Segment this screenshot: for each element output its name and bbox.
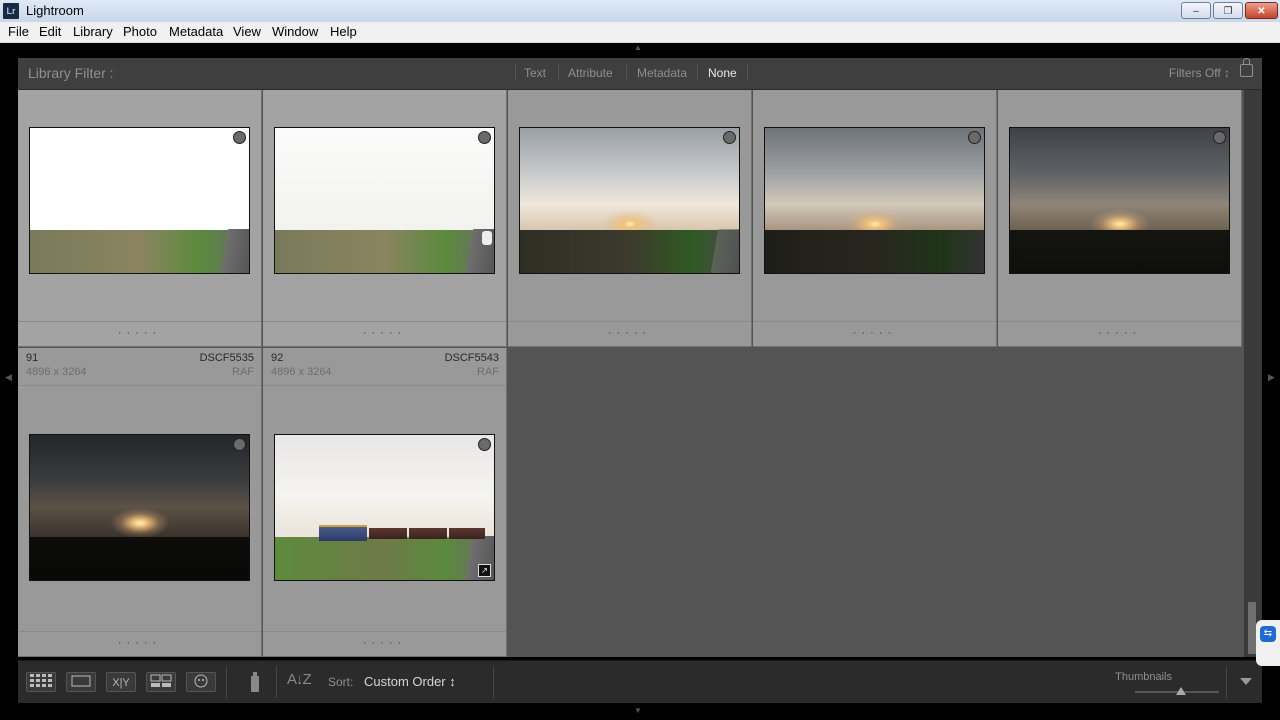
menu-bar: File Edit Library Photo Metadata View Wi… xyxy=(0,22,1280,43)
library-filter-label: Library Filter : xyxy=(28,65,114,81)
right-panel-toggle-icon[interactable]: ▶ xyxy=(1268,372,1275,383)
cell-info-header: 91 DSCF5535 4896 x 3264 RAF xyxy=(18,348,261,386)
loupe-view-button[interactable] xyxy=(66,672,96,692)
photo-filename: DSCF5543 xyxy=(444,352,499,364)
teamviewer-tab[interactable]: ⇆ xyxy=(1256,620,1280,666)
grid-scrollbar[interactable] xyxy=(1244,90,1262,657)
menu-library[interactable]: Library xyxy=(73,24,113,39)
filter-option-text[interactable]: Text xyxy=(524,66,546,80)
menu-help[interactable]: Help xyxy=(330,24,357,39)
photo-thumbnail[interactable] xyxy=(1009,127,1230,274)
photo-thumbnail[interactable] xyxy=(519,127,740,274)
selection-circle-icon[interactable] xyxy=(233,131,246,144)
lightroom-app-icon: Lr xyxy=(3,3,19,19)
grid-view-icon xyxy=(30,674,52,687)
title-bar: Lr Lightroom – ❐ ✕ xyxy=(0,0,1280,22)
toolbar-options-chevron-down-icon[interactable] xyxy=(1240,678,1252,685)
photo-thumbnail[interactable]: ↗ xyxy=(274,434,495,581)
rating-stars[interactable]: ····· xyxy=(18,631,261,656)
left-panel-toggle-icon[interactable]: ◀ xyxy=(5,372,12,383)
lock-icon[interactable] xyxy=(1240,58,1253,77)
compare-view-button[interactable]: X|Y xyxy=(106,672,136,692)
photo-filetype: RAF xyxy=(477,366,499,378)
filter-option-none[interactable]: None xyxy=(708,66,737,80)
sort-order-dropdown[interactable]: Custom Order ↕ xyxy=(364,674,456,689)
teamviewer-icon[interactable]: ⇆ xyxy=(1260,626,1276,642)
menu-view[interactable]: View xyxy=(233,24,261,39)
painter-spray-can-icon[interactable] xyxy=(248,670,262,694)
photo-thumbnail[interactable] xyxy=(764,127,985,274)
photo-index: 92 xyxy=(271,352,284,364)
grid-cell[interactable]: ····· xyxy=(753,90,997,347)
grid-cell[interactable]: ····· xyxy=(263,90,507,347)
menu-metadata[interactable]: Metadata xyxy=(169,24,223,39)
cell-info-header: 92 DSCF5543 4896 x 3264 RAF xyxy=(263,348,506,386)
grid-cell[interactable]: ····· xyxy=(18,90,262,347)
rating-stars[interactable]: ····· xyxy=(508,321,751,346)
window-title: Lightroom xyxy=(26,3,84,18)
menu-window[interactable]: Window xyxy=(272,24,318,39)
selection-circle-icon[interactable] xyxy=(233,438,246,451)
edited-badge-icon[interactable]: ↗ xyxy=(478,564,491,577)
menu-photo[interactable]: Photo xyxy=(123,24,157,39)
photo-thumbnail[interactable] xyxy=(29,127,250,274)
library-filter-bar: Library Filter : Text Attribute Metadata… xyxy=(18,58,1262,90)
grid-cell[interactable]: ····· xyxy=(508,90,752,347)
train-image xyxy=(319,525,489,541)
sort-direction-button[interactable]: A↓Z xyxy=(287,671,312,688)
grid-cell[interactable]: ····· xyxy=(998,90,1242,347)
filter-option-attribute[interactable]: Attribute xyxy=(568,66,613,80)
people-view-button[interactable] xyxy=(186,672,216,692)
selection-circle-icon[interactable] xyxy=(478,131,491,144)
survey-view-button[interactable] xyxy=(146,672,176,692)
rating-stars[interactable]: ····· xyxy=(263,631,506,656)
bottom-toolbar: X|Y A↓Z Sort: Custom Order ↕ Thumbnails xyxy=(18,660,1262,703)
filter-option-metadata[interactable]: Metadata xyxy=(637,66,687,80)
rating-stars[interactable]: ····· xyxy=(753,321,996,346)
minimize-button[interactable]: – xyxy=(1181,2,1211,19)
photo-index: 91 xyxy=(26,352,39,364)
photo-dimensions: 4896 x 3264 xyxy=(26,366,87,378)
selection-circle-icon[interactable] xyxy=(1213,131,1226,144)
menu-file[interactable]: File xyxy=(8,24,29,39)
photo-thumbnail[interactable] xyxy=(29,434,250,581)
sort-label: Sort: xyxy=(328,675,354,689)
survey-view-icon xyxy=(150,674,172,687)
selection-circle-icon[interactable] xyxy=(968,131,981,144)
menu-edit[interactable]: Edit xyxy=(39,24,61,39)
thumbnail-grid: ····· ····· ····· ····· ····· 91 DSCF553… xyxy=(18,90,1244,657)
selection-circle-icon[interactable] xyxy=(723,131,736,144)
restore-button[interactable]: ❐ xyxy=(1213,2,1243,19)
thumbnails-label: Thumbnails xyxy=(1115,671,1172,683)
loupe-view-icon xyxy=(71,675,91,687)
photo-dimensions: 4896 x 3264 xyxy=(271,366,332,378)
filter-presets-dropdown[interactable]: Filters Off ↕ xyxy=(1169,66,1230,80)
grid-cell[interactable]: 91 DSCF5535 4896 x 3264 RAF ····· xyxy=(18,348,262,657)
grid-view-button[interactable] xyxy=(26,672,56,692)
thumbnail-size-slider-handle[interactable] xyxy=(1176,687,1186,695)
rating-stars[interactable]: ····· xyxy=(263,321,506,346)
photo-filename: DSCF5535 xyxy=(199,352,254,364)
photo-thumbnail[interactable] xyxy=(274,127,495,274)
scroll-thumb[interactable] xyxy=(1248,602,1256,654)
top-panel-toggle-icon[interactable]: ▲ xyxy=(634,44,646,52)
grid-cell[interactable]: 92 DSCF5543 4896 x 3264 RAF ↗ ····· xyxy=(263,348,507,657)
close-button[interactable]: ✕ xyxy=(1245,2,1278,19)
bottom-panel-toggle-icon[interactable]: ▼ xyxy=(634,707,646,715)
rating-stars[interactable]: ····· xyxy=(998,321,1241,346)
photo-filetype: RAF xyxy=(232,366,254,378)
rating-stars[interactable]: ····· xyxy=(18,321,261,346)
people-view-icon xyxy=(194,674,208,688)
selection-circle-icon[interactable] xyxy=(478,438,491,451)
